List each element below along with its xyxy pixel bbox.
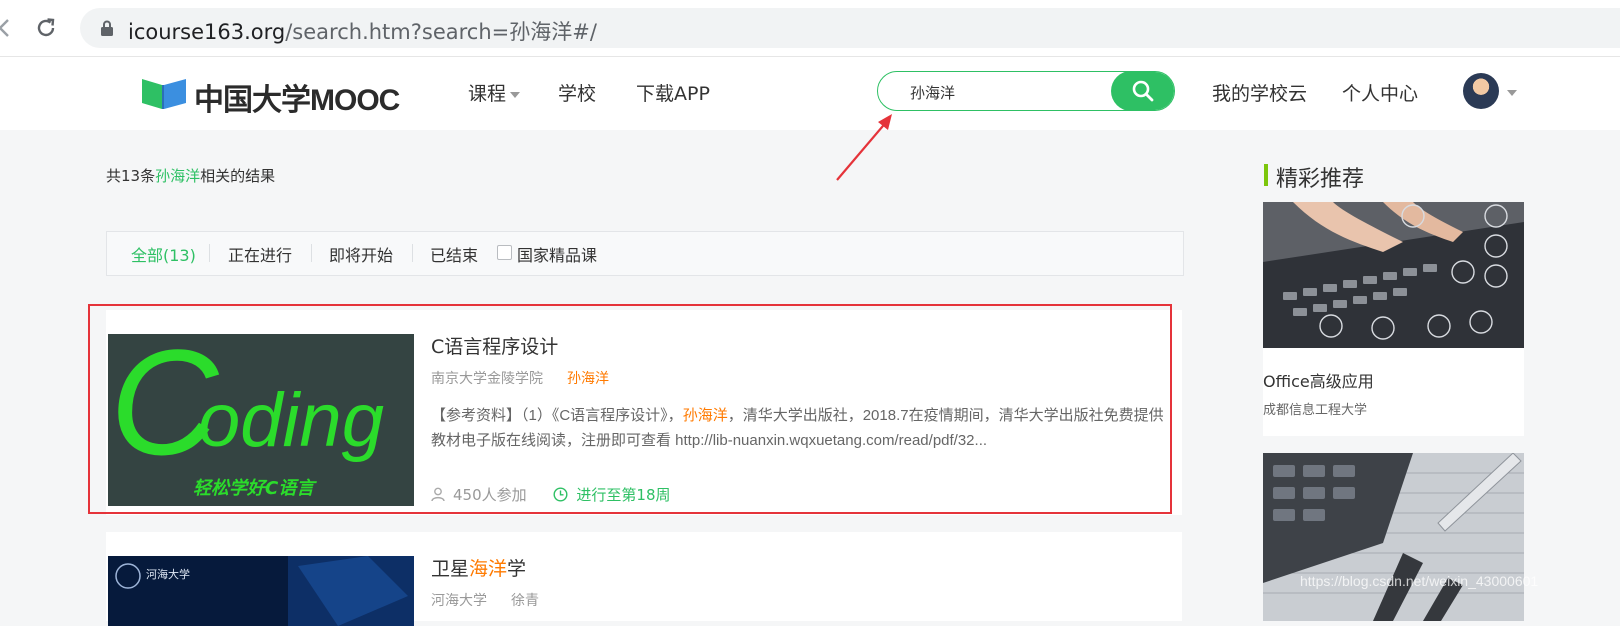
logo-text: 中国大学MOOC [194,84,400,117]
recommend-school: 成都信息工程大学 [1263,403,1368,418]
nav-courses-label: 课程 [468,83,507,105]
satellite-thumbnail-image: 河海大学 [108,556,414,626]
site-header: 中国大学MOOC 课程 学校 下载APP 孙海洋 我的学校云 个人中心 [0,57,1620,130]
avatar[interactable] [1463,73,1499,109]
filter-tab-ended[interactable]: 已结束 [430,242,478,266]
url-path: /search.htm?search=孙海洋#/ [285,20,597,44]
recommend-card[interactable]: Office高级应用 成都信息工程大学 [1263,202,1524,436]
watermark-text: https://blog.csdn.net/weixin_43000601 [1300,573,1539,589]
address-bar[interactable]: icourse163.org/search.htm?search=孙海洋#/ [80,8,1620,48]
recommend-card[interactable] [1263,453,1524,621]
course-meta: 河海大学 徐青 [431,590,539,610]
nav-schools[interactable]: 学校 [558,79,596,106]
search-icon [1132,80,1154,102]
chevron-down-icon[interactable] [1507,90,1517,96]
filter-tab-all[interactable]: 全部(13) [131,242,196,266]
calculator-pen-image [1263,453,1524,621]
search-button[interactable] [1111,72,1174,110]
recommend-title[interactable]: Office高级应用 [1263,368,1374,392]
course-card[interactable]: 河海大学 卫星海洋学 河海大学 徐青 [106,532,1182,626]
back-arrow-icon[interactable] [0,18,12,38]
mooc-logo-icon [142,79,186,109]
annotation-highlight-box [88,304,1172,514]
course-teacher[interactable]: 徐青 [511,593,539,609]
filter-bar: 全部(13) 正在进行 即将开始 已结束 国家精品课 [106,231,1184,276]
recommend-image[interactable] [1263,202,1524,348]
sidebar-title: 精彩推荐 [1264,161,1364,193]
my-school-cloud-link[interactable]: 我的学校云 [1212,79,1307,106]
personal-center-link[interactable]: 个人中心 [1342,79,1418,106]
national-quality-label[interactable]: 国家精品课 [517,242,597,266]
title-part-b: 学 [507,558,527,580]
filter-divider [412,244,413,262]
filter-tab-ongoing[interactable]: 正在进行 [228,242,292,266]
recommend-image[interactable] [1263,453,1524,621]
summary-prefix: 共13条 [106,167,156,185]
nav-download-app[interactable]: 下载APP [636,79,710,106]
title-keyword: 海洋 [469,558,508,580]
summary-keyword: 孙海洋 [155,167,201,185]
reload-icon[interactable] [34,16,58,40]
filter-divider [209,244,210,262]
search-input[interactable]: 孙海洋 [910,82,955,103]
annotation-arrow-icon [836,114,892,181]
summary-suffix: 相关的结果 [200,167,276,185]
chevron-down-icon [510,91,521,98]
url-domain: icourse163.org [128,20,286,44]
result-summary: 共13条孙海洋相关的结果 [106,165,275,186]
url-text: icourse163.org/search.htm?search=孙海洋#/ [128,16,597,46]
filter-divider [311,244,312,262]
keyboard-image [1263,202,1524,348]
search-box: 孙海洋 [877,71,1175,111]
course-thumbnail[interactable]: 河海大学 [108,556,414,626]
browser-toolbar: icourse163.org/search.htm?search=孙海洋#/ [0,0,1620,57]
filter-tab-upcoming[interactable]: 即将开始 [329,242,393,266]
course-school[interactable]: 河海大学 [431,593,487,609]
thumb-school-logo-text: 河海大学 [146,567,190,581]
title-part-a: 卫星 [431,558,470,580]
national-quality-checkbox[interactable] [497,245,512,260]
course-title[interactable]: 卫星海洋学 [431,554,526,581]
nav-courses[interactable]: 课程 [468,79,521,106]
lock-icon [101,20,113,36]
